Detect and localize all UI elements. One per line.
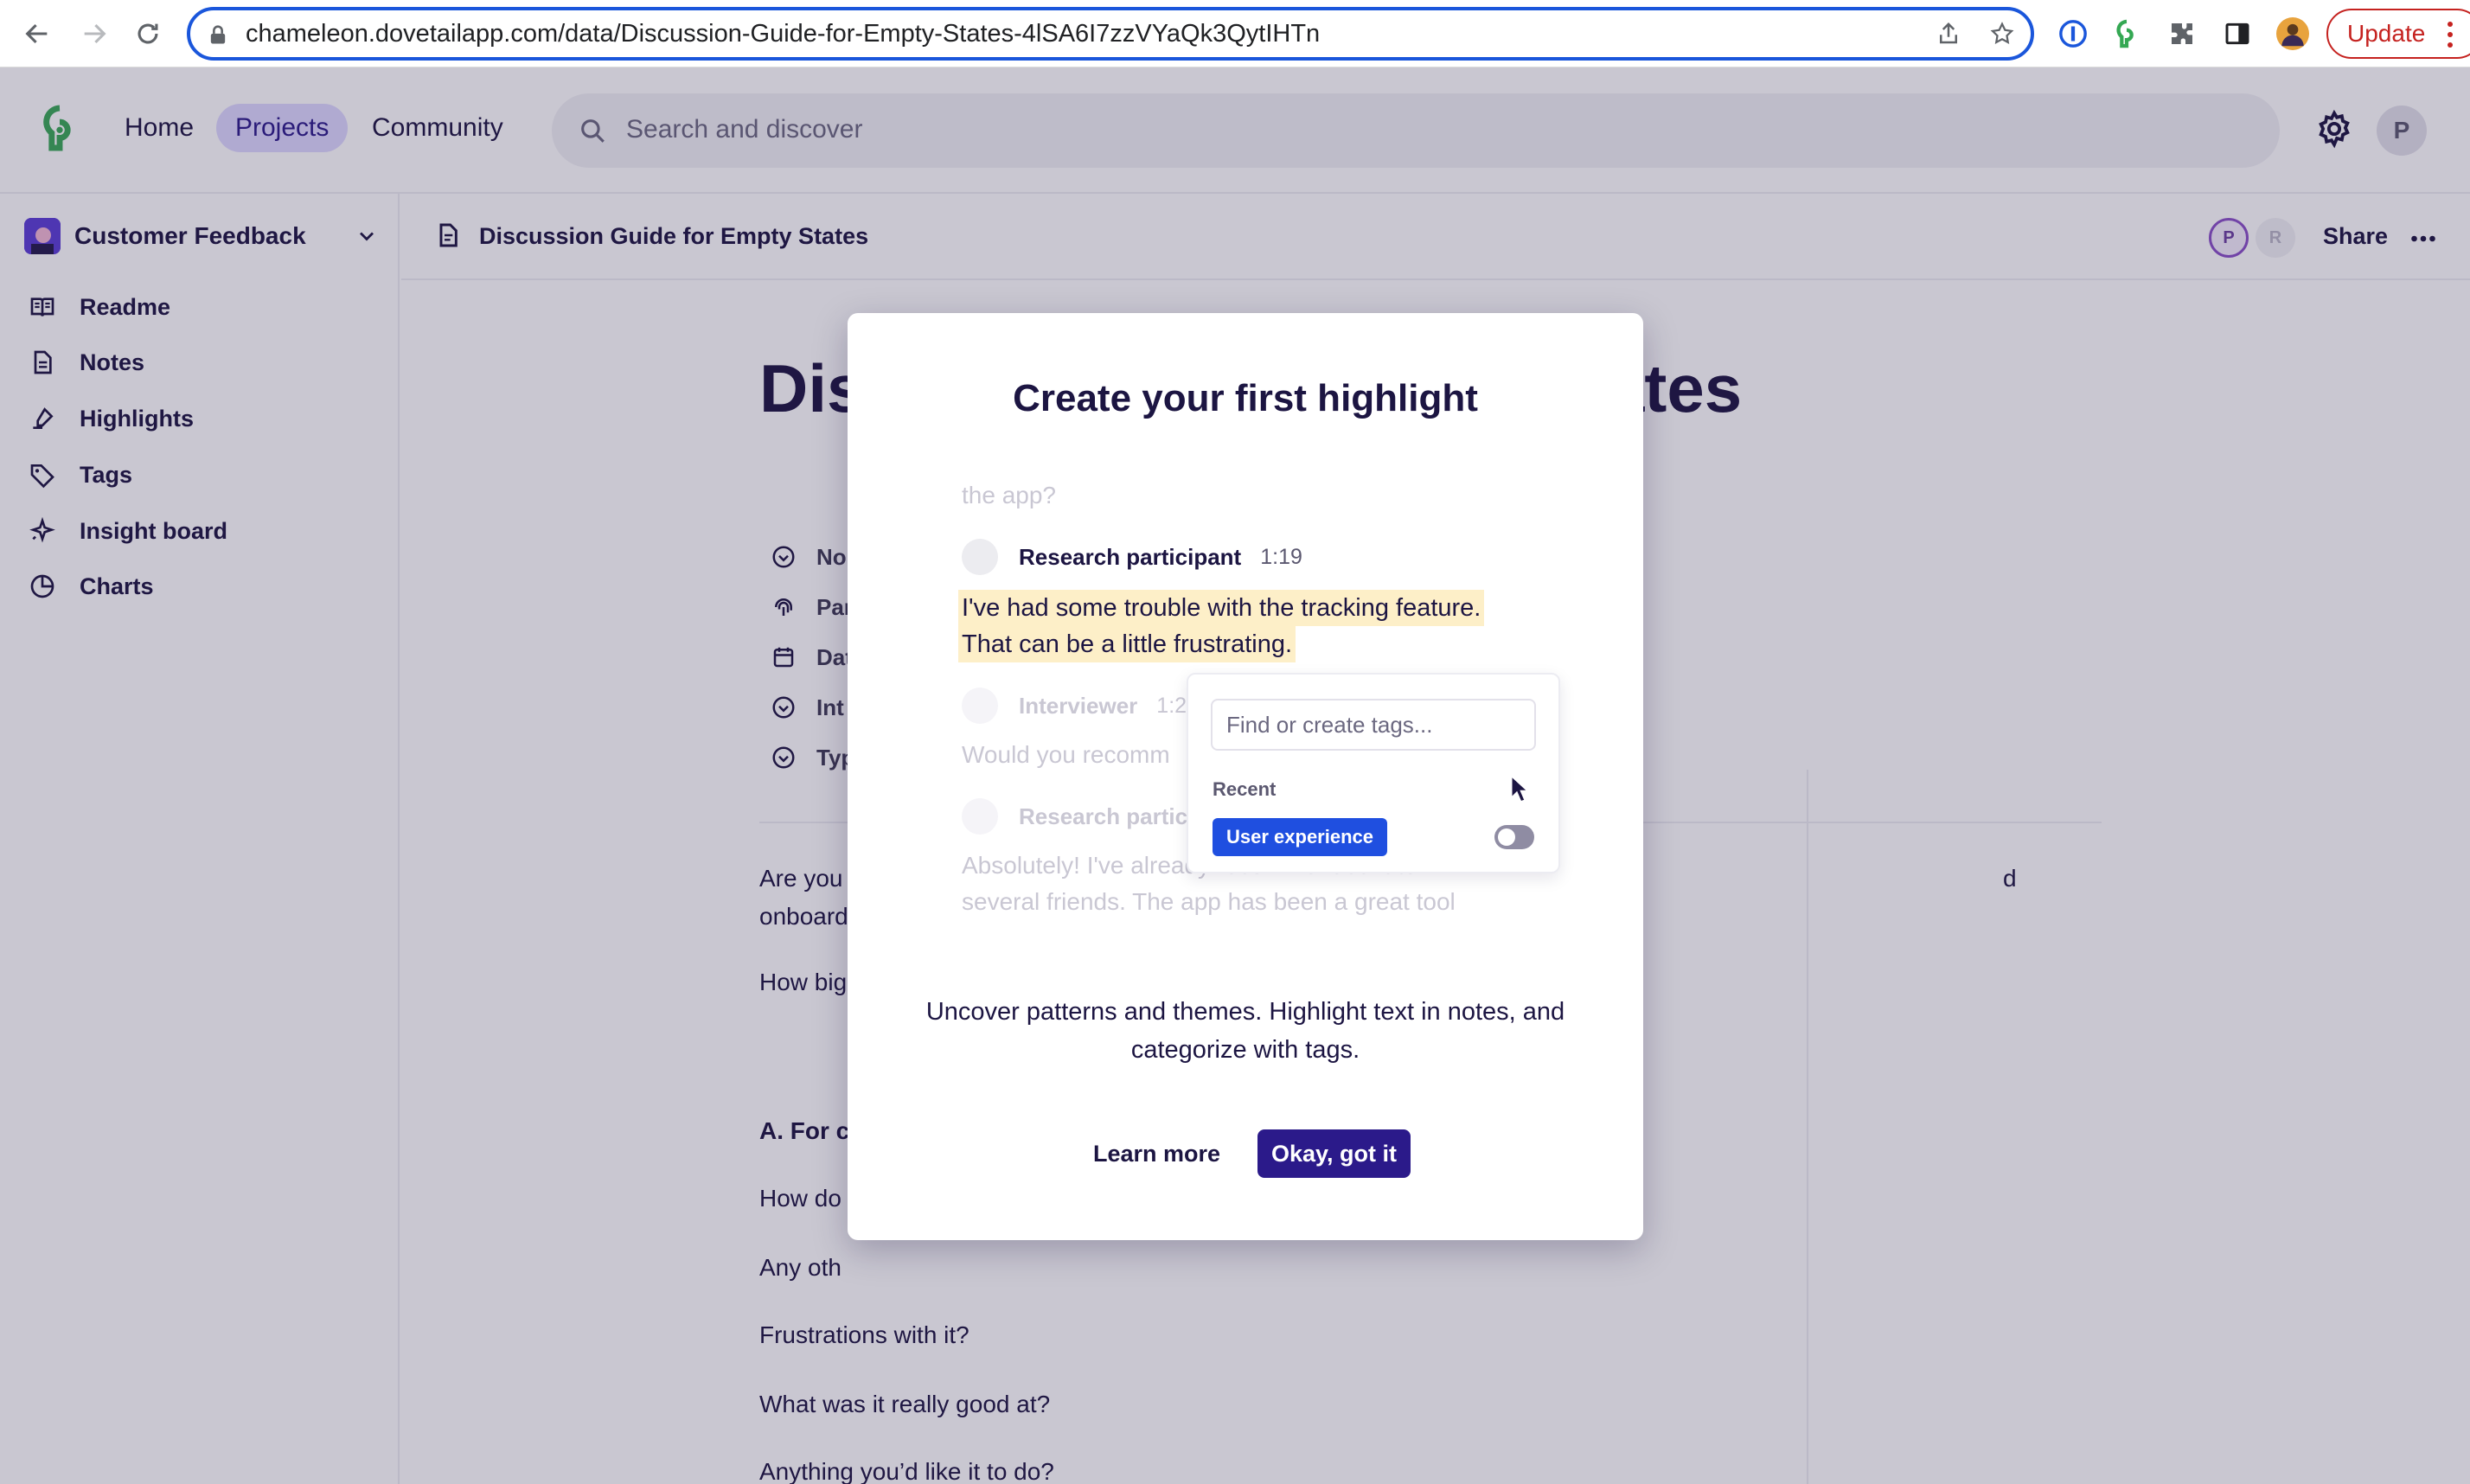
modal-title: Create your first highlight bbox=[1013, 377, 1478, 419]
modal-description: Uncover patterns and themes. Highlight t… bbox=[925, 998, 1565, 1064]
demo-transcript-line: several friends. The app has been a grea… bbox=[962, 888, 1456, 915]
browser-menu-button[interactable] bbox=[2446, 19, 2454, 50]
highlighted-text: That can be a little frustrating. bbox=[958, 626, 1296, 662]
forward-button[interactable] bbox=[74, 14, 114, 54]
demo-speaker-row: Research partic bbox=[962, 797, 1206, 835]
extensions-button[interactable] bbox=[2164, 16, 2200, 52]
speaker-name: Research partic bbox=[1019, 803, 1188, 829]
chameleon-logo-icon bbox=[2116, 19, 2134, 48]
arrow-right-icon bbox=[84, 23, 106, 44]
arrow-left-icon bbox=[25, 23, 48, 44]
address-bar[interactable]: chameleon.dovetailapp.com/data/Discussio… bbox=[187, 7, 2034, 61]
demo-speaker-row: Interviewer 1:2 bbox=[962, 687, 1187, 725]
speaker-avatar bbox=[962, 798, 998, 835]
url-text: chameleon.dovetailapp.com/data/Discussio… bbox=[246, 20, 1321, 48]
vertical-dots-icon bbox=[2448, 22, 2453, 48]
browser-chrome: chameleon.dovetailapp.com/data/Discussio… bbox=[0, 0, 2470, 67]
dovetail-extension-button[interactable] bbox=[2108, 16, 2145, 52]
side-panel-button[interactable] bbox=[2219, 16, 2256, 52]
demo-transcript-line: Would you recomm bbox=[962, 741, 1170, 768]
profile-button[interactable] bbox=[2275, 16, 2311, 52]
tag-search-input[interactable]: Find or create tags... bbox=[1211, 699, 1536, 751]
puzzle-icon bbox=[2172, 23, 2192, 44]
reload-button[interactable] bbox=[128, 14, 168, 54]
toggle-knob bbox=[1498, 828, 1515, 846]
share-icon bbox=[1940, 22, 1957, 44]
speaker-avatar bbox=[962, 539, 998, 575]
speaker-avatar bbox=[962, 688, 998, 724]
learn-more-button[interactable]: Learn more bbox=[1081, 1129, 1232, 1178]
profile-avatar-icon bbox=[2276, 17, 2309, 50]
back-button[interactable] bbox=[17, 14, 57, 54]
reload-icon bbox=[138, 23, 158, 44]
star-icon bbox=[1990, 22, 2014, 44]
speaker-name: Interviewer bbox=[1019, 692, 1138, 719]
password-manager-icon bbox=[2059, 20, 2087, 48]
password-extension-button[interactable] bbox=[2055, 16, 2091, 52]
demo-speaker-row: Research participant 1:19 bbox=[962, 538, 1302, 576]
speaker-timestamp: 1:19 bbox=[1260, 544, 1302, 569]
highlighted-text: I've had some trouble with the tracking … bbox=[958, 590, 1485, 626]
tag-popover: Find or create tags... Recent User exper… bbox=[1187, 673, 1560, 873]
tag-toggle[interactable] bbox=[1494, 825, 1534, 849]
side-panel-icon bbox=[2225, 22, 2249, 45]
mouse-cursor-icon bbox=[1510, 775, 1529, 803]
lock-icon bbox=[210, 25, 226, 44]
tag-chip[interactable]: User experience bbox=[1213, 818, 1387, 856]
okay-got-it-button[interactable]: Okay, got it bbox=[1257, 1129, 1411, 1178]
recent-tags-label: Recent bbox=[1213, 778, 1277, 800]
speaker-name: Research participant bbox=[1019, 543, 1242, 570]
speaker-timestamp: 1:2 bbox=[1156, 693, 1187, 718]
demo-transcript-line: the app? bbox=[962, 482, 1056, 509]
